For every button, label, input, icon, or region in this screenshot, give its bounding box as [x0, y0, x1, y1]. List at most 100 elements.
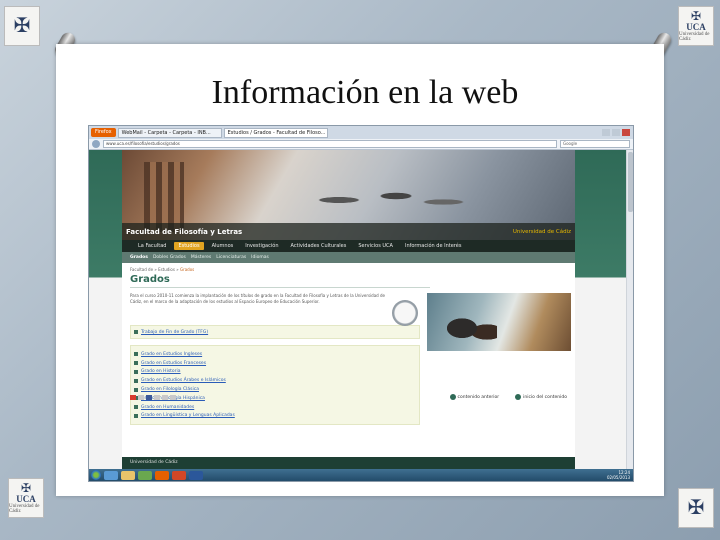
share-icon[interactable] [170, 394, 176, 400]
grado-link[interactable]: Grado en Historia [141, 369, 181, 374]
pager-next-label: inicio del contenido [523, 394, 567, 400]
clock-icon [392, 300, 418, 326]
faculty-website: Facultad de Filosofía y Letras Universid… [122, 150, 575, 469]
browser-tab-webmail[interactable]: WebMail - Carpeta - Carpeta - INB... [117, 127, 222, 138]
university-name[interactable]: Universidad de Cádiz [513, 229, 571, 235]
faculty-name[interactable]: Facultad de Filosofía y Letras [126, 228, 242, 236]
page-title: Grados [130, 274, 430, 288]
url-bar[interactable]: www.uca.es/filosofia/estudios/grados [103, 140, 557, 148]
share-icon[interactable] [154, 394, 160, 400]
scrollbar-thumb[interactable] [628, 152, 633, 212]
uca-logo-top-left: ✠ [4, 6, 40, 46]
pager-next[interactable]: inicio del contenido [515, 394, 567, 400]
uca-logo-top-right: ✠ UCA Universidad de Cádiz [678, 6, 714, 46]
menu-item[interactable]: Investigación [241, 242, 282, 250]
share-icon[interactable] [162, 394, 168, 400]
firefox-menu-button[interactable]: Firefox [91, 128, 116, 137]
slide: Información en la web Firefox WebMail - … [56, 44, 664, 496]
breadcrumb-current: Grados [179, 267, 195, 272]
breadcrumb-item[interactable]: Facultad de [130, 267, 153, 272]
menu-item[interactable]: Alumnos [208, 242, 238, 250]
submenu-item[interactable]: Dobles Grados [153, 255, 186, 260]
word-icon[interactable] [189, 470, 203, 480]
submenu-item[interactable]: Grados [130, 255, 148, 260]
menu-item[interactable]: La Facultad [134, 242, 170, 250]
students-computer-photo [427, 293, 571, 351]
ie-icon[interactable] [104, 470, 118, 480]
browser-tabbar: Firefox WebMail - Carpeta - Carpeta - IN… [89, 126, 633, 139]
grado-link[interactable]: Grado en Filología Clásica [141, 387, 199, 392]
grado-link[interactable]: Grado en Lingüística y Lenguas Aplicadas [141, 413, 235, 418]
back-arrow-icon[interactable] [92, 140, 100, 148]
sub-menu: Grados Dobles Grados Másteres Licenciaturas… [122, 252, 575, 263]
intro-text: Para el curso 2010-11 comienza la implan… [130, 293, 385, 304]
list-item: Grado en Filología Clásica [134, 385, 416, 394]
browser-viewport: Facultad de Filosofía y Letras Universid… [89, 150, 633, 469]
breadcrumb: Facultad de » Estudios » Grados [130, 267, 195, 272]
logo-sub: Universidad de Cádiz [679, 32, 710, 42]
grados-list: Grado en Estudios Ingleses Grado en Estud… [130, 345, 420, 426]
tfg-link[interactable]: Trabajo de Fin de Grado (TFG) [141, 330, 208, 335]
list-item: Grado en Historia [134, 368, 416, 377]
logo-name: UCA [686, 22, 706, 32]
menu-item[interactable]: Estudios [174, 242, 204, 250]
uca-logo-bottom-right: ✠ [678, 488, 714, 528]
site-footer: Universidad de Cádiz [122, 457, 575, 469]
close-icon[interactable] [622, 129, 630, 136]
minimize-icon[interactable] [602, 129, 610, 136]
list-item: Grado en Humanidades [134, 403, 416, 412]
university-seal-icon: ✠ [687, 497, 705, 519]
arrow-up-icon [515, 394, 522, 400]
grado-link[interactable]: Grado en Humanidades [141, 405, 194, 410]
submenu-item[interactable]: Másteres [191, 255, 211, 260]
share-icon[interactable] [138, 394, 144, 400]
logo-sub: Universidad de Cádiz [9, 504, 40, 514]
list-item: Grado en Estudios Árabes e Islámicos [134, 376, 416, 385]
vertical-scrollbar[interactable] [626, 150, 633, 469]
slide-title: Información en la web [211, 74, 519, 111]
pager-prev-label: contenido anterior [457, 394, 500, 400]
pager: contenido anterior inicio del contenido [449, 394, 567, 400]
main-content: Facultad de » Estudios » Grados Grados P… [122, 263, 575, 426]
maximize-icon[interactable] [612, 129, 620, 136]
windows-taskbar: 12:24 02/05/2013 [89, 469, 633, 481]
share-icon[interactable] [130, 394, 136, 400]
hero-band: Facultad de Filosofía y Letras Universid… [122, 223, 575, 240]
browser-screenshot: Firefox WebMail - Carpeta - Carpeta - IN… [88, 125, 634, 482]
submenu-item[interactable]: Licenciaturas [216, 255, 246, 260]
building-photo [144, 162, 184, 232]
grado-link[interactable]: Grado en Estudios Árabes e Islámicos [141, 378, 226, 383]
bullet-icon [134, 369, 138, 374]
uca-logo-bottom-left: ✠ UCA Universidad de Cádiz [8, 478, 44, 518]
bullet-icon [134, 361, 138, 366]
facebook-icon[interactable] [146, 394, 152, 400]
media-icon[interactable] [138, 470, 152, 480]
university-seal-icon: ✠ [13, 15, 31, 37]
menu-item[interactable]: Actividades Culturales [287, 242, 351, 250]
window-controls [602, 129, 633, 136]
bullet-icon [134, 413, 138, 418]
tray-date: 02/05/2013 [606, 475, 630, 480]
arrow-left-icon [449, 394, 456, 400]
bullet-icon [134, 330, 138, 334]
start-button[interactable] [91, 470, 101, 480]
system-tray[interactable]: 12:24 02/05/2013 [607, 470, 633, 480]
pager-prev[interactable]: contenido anterior [449, 394, 500, 400]
grado-link[interactable]: Grado en Estudios Franceses [141, 361, 206, 366]
list-item: Grado en Lingüística y Lenguas Aplicadas [134, 412, 416, 421]
submenu-item[interactable]: Idiomas [251, 255, 269, 260]
firefox-icon[interactable] [155, 470, 169, 480]
bullet-icon [134, 352, 138, 357]
search-input[interactable]: Google [560, 140, 630, 148]
list-item: Grado en Estudios Franceses [134, 359, 416, 368]
menu-item[interactable]: Información de Interés [401, 242, 465, 250]
university-seal-icon: ✠ [690, 9, 702, 23]
main-menu: La Facultad Estudios Alumnos Investigación A… [122, 240, 575, 252]
logo-name: UCA [16, 494, 36, 504]
powerpoint-icon[interactable] [172, 470, 186, 480]
grado-link[interactable]: Grado en Estudios Ingleses [141, 352, 202, 357]
folder-icon[interactable] [121, 470, 135, 480]
browser-tab-grados[interactable]: Estudios / Grados - Facultad de Filoso..… [223, 127, 328, 138]
menu-item[interactable]: Servicios UCA [354, 242, 397, 250]
breadcrumb-item[interactable]: Estudios [158, 267, 175, 272]
